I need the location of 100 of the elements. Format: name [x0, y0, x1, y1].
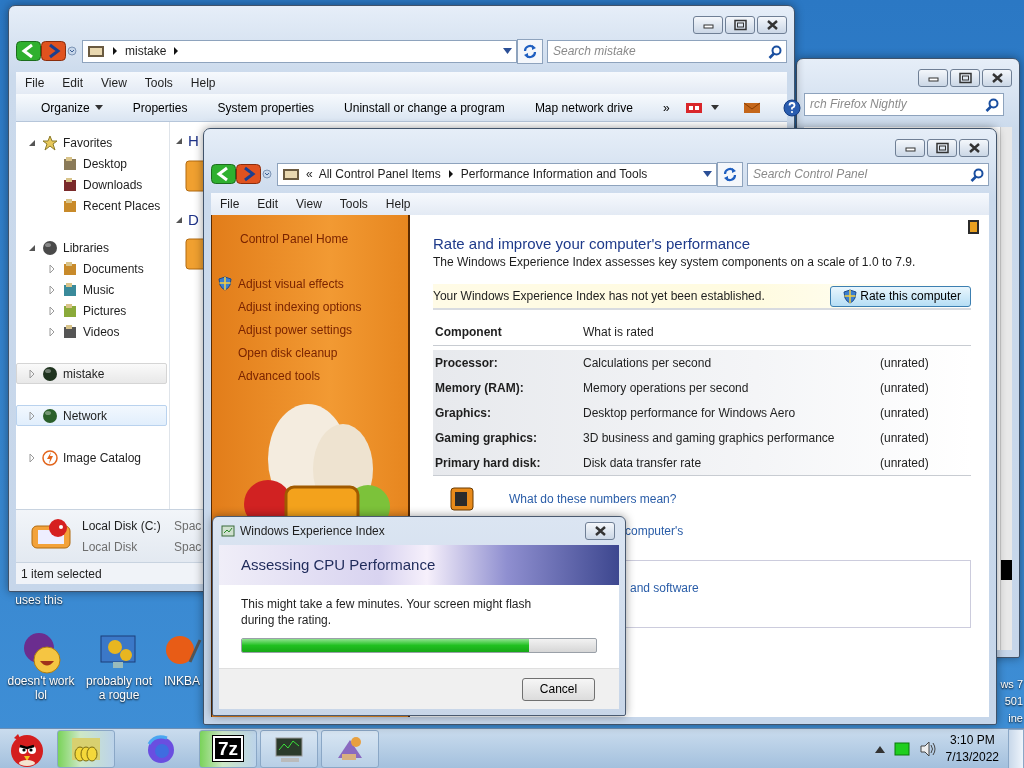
toolbar-button[interactable]: Uninstall or change a program	[329, 98, 520, 117]
nav-item[interactable]: Desktop	[16, 153, 167, 174]
rate-button[interactable]: Rate this computer	[830, 285, 971, 307]
search-field[interactable]: rch Firefox Nightly	[804, 92, 1004, 116]
nav-item[interactable]: mistake	[16, 363, 167, 384]
nav-item[interactable]: Documents	[16, 258, 167, 279]
icon-label[interactable]: probably not a rogue	[82, 674, 156, 703]
forward-button[interactable]	[41, 41, 66, 61]
table-cell-text: 3D business and gaming graphics performance	[583, 429, 836, 447]
menu-item[interactable]: Help	[181, 74, 225, 92]
nav-item[interactable]: Recent Places	[16, 195, 167, 216]
refresh-button[interactable]	[717, 161, 743, 187]
help-link[interactable]: What do these numbers mean?	[509, 490, 677, 508]
menu-item[interactable]: Edit	[248, 195, 288, 213]
expander-icon[interactable]	[174, 136, 184, 147]
recent-pages-icon[interactable]	[66, 45, 78, 57]
toolbar-button[interactable]: Organize	[26, 98, 118, 117]
show-hidden-icons-button[interactable]	[874, 744, 885, 753]
nav-item[interactable]: Libraries	[16, 237, 167, 258]
nav-item[interactable]: Videos	[16, 321, 167, 342]
recent-pages-icon[interactable]	[261, 168, 273, 180]
scrollbar[interactable]	[1000, 127, 1012, 650]
folder-icon	[62, 260, 78, 277]
icon-label[interactable]: doesn't work lol	[0, 674, 82, 703]
maximize-button[interactable]	[725, 16, 755, 34]
table-cell-text: Primary hard disk:	[434, 454, 542, 472]
speaker-icon[interactable]	[918, 740, 937, 757]
banner-title: Assessing CPU Performance	[241, 554, 436, 575]
menu-item[interactable]: Help	[376, 195, 420, 213]
help-icon[interactable]	[782, 98, 801, 117]
minimize-button[interactable]	[895, 139, 925, 157]
address-bar[interactable]: mistake	[82, 39, 517, 63]
forward-button[interactable]	[236, 164, 261, 184]
toolbar-button[interactable]: System properties	[202, 98, 330, 117]
cancel-button[interactable]: Cancel	[522, 677, 595, 701]
close-button[interactable]	[757, 16, 787, 34]
sidebar-link[interactable]: Advanced tools	[238, 366, 321, 385]
menu-item[interactable]: Tools	[135, 74, 182, 92]
caret-icon[interactable]	[710, 105, 719, 110]
breadcrumb-item[interactable]: All Control Panel Items	[318, 165, 441, 183]
search-field[interactable]: Search Control Panel	[747, 162, 989, 186]
table-cell-text: (unrated)	[880, 454, 929, 472]
address-bar[interactable]: « All Control Panel Items Performance Information and Tools	[277, 162, 717, 186]
breadcrumb-item[interactable]: Performance Information and Tools	[460, 165, 648, 183]
breadcrumb-overflow[interactable]: «	[306, 165, 313, 183]
clock[interactable]: 3:10 PM 7/13/2022	[939, 731, 1005, 766]
dropdown-icon[interactable]	[503, 48, 512, 54]
back-button[interactable]	[16, 41, 41, 61]
toolbar-button[interactable]: Map network drive	[519, 98, 648, 117]
taskbar-button[interactable]	[260, 729, 318, 768]
back-button[interactable]	[211, 164, 236, 184]
group-header[interactable]: D	[188, 208, 199, 231]
sidebar-link[interactable]: Control Panel Home	[240, 230, 408, 248]
table-cell-text: Gaming graphics:	[434, 429, 539, 447]
table-cell-text: Processor:	[434, 354, 499, 372]
view-icon[interactable]	[684, 100, 703, 115]
help-link[interactable]: computer's	[625, 522, 684, 540]
dropdown-icon[interactable]	[703, 171, 712, 177]
close-button[interactable]	[982, 69, 1012, 87]
icon-label[interactable]: INKBA	[164, 674, 200, 689]
sidebar-link[interactable]: Adjust indexing options	[238, 297, 362, 316]
search-icon	[970, 167, 984, 182]
book-icon	[965, 218, 981, 236]
lightning-icon	[42, 449, 58, 466]
refresh-button[interactable]	[517, 38, 543, 64]
nav-item[interactable]: Music	[16, 279, 167, 300]
overflow-button[interactable]: »	[647, 98, 685, 117]
circle-icon	[42, 365, 58, 382]
sidebar-link[interactable]: Adjust visual effects	[238, 274, 344, 293]
show-desktop-button[interactable]	[1008, 728, 1024, 768]
shield-icon	[843, 288, 858, 304]
search-field[interactable]: Search mistake	[547, 39, 787, 63]
nav-item[interactable]: Downloads	[16, 174, 167, 195]
nav-item[interactable]: Pictures	[16, 300, 167, 321]
menu-item[interactable]: Edit	[53, 74, 93, 92]
menu-item[interactable]: Tools	[330, 195, 377, 213]
group-header[interactable]: H	[188, 130, 199, 153]
nav-item[interactable]: Favorites	[16, 132, 167, 153]
maximize-button[interactable]	[927, 139, 957, 157]
icon-label[interactable]: uses this	[15, 593, 63, 608]
minimize-button[interactable]	[693, 16, 723, 34]
taskbar-button[interactable]: 7z	[199, 729, 257, 768]
menu-item[interactable]: File	[211, 195, 249, 213]
detail-label: Spac	[174, 538, 202, 556]
breadcrumb-item[interactable]: mistake	[125, 42, 167, 60]
toolbar-button[interactable]: Properties	[117, 98, 203, 117]
close-button[interactable]	[585, 522, 615, 540]
maximize-button[interactable]	[950, 69, 980, 87]
close-button[interactable]	[959, 139, 989, 157]
help-link[interactable]: and software	[630, 581, 699, 595]
nav-item[interactable]: Image Catalog	[16, 447, 167, 468]
minimize-button[interactable]	[918, 69, 948, 87]
menu-item[interactable]: File	[16, 74, 54, 92]
menu-item[interactable]: View	[287, 195, 331, 213]
intro-text: The Windows Experience Index assesses key system components on a scale of 1.0 to 7.9.	[433, 254, 917, 271]
menu-item[interactable]: View	[92, 74, 136, 92]
sidebar-link[interactable]: Open disk cleanup	[238, 343, 338, 362]
nav-item[interactable]: Network	[16, 405, 167, 426]
sidebar-link[interactable]: Adjust power settings	[238, 320, 353, 339]
desktop-watermark-text: ine	[1008, 711, 1023, 726]
